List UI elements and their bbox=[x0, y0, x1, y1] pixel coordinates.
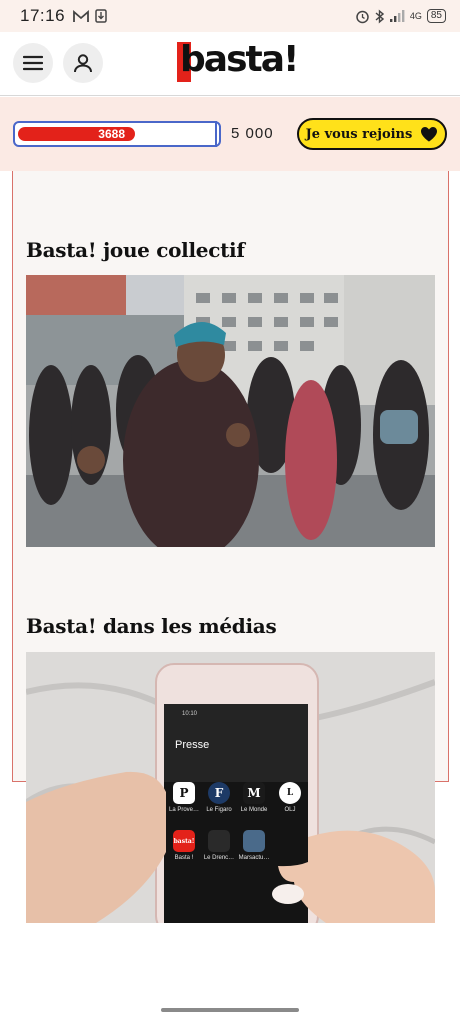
progress-current-value: 3688 bbox=[98, 127, 125, 141]
collectif-photo[interactable] bbox=[26, 275, 435, 547]
status-bar: 17:16 4G 85 bbox=[0, 0, 460, 32]
phone-folder-title: Presse bbox=[175, 739, 210, 751]
hamburger-menu-icon bbox=[23, 55, 43, 71]
donation-progress-bar: 3688 bbox=[13, 121, 221, 147]
join-button-label: Je vous rejoins bbox=[305, 126, 413, 142]
heart-icon bbox=[421, 127, 438, 142]
bluetooth-icon bbox=[375, 8, 384, 24]
app-label: Marsactu… bbox=[238, 855, 270, 861]
progress-end-marker bbox=[215, 121, 217, 147]
app-marsactu: Marsactu… bbox=[231, 830, 277, 861]
download-icon bbox=[95, 9, 107, 23]
le-drenche-icon bbox=[208, 830, 230, 852]
user-icon bbox=[74, 54, 92, 73]
battery-level: 85 bbox=[426, 9, 446, 23]
le-figaro-icon: F bbox=[208, 782, 230, 804]
le-monde-icon: M bbox=[243, 782, 265, 804]
progress-fill: 3688 bbox=[18, 127, 135, 141]
site-header: basta! bbox=[0, 32, 460, 96]
menu-button[interactable] bbox=[13, 43, 53, 83]
logo-text: basta! bbox=[180, 39, 299, 80]
account-button[interactable] bbox=[63, 43, 103, 83]
gmail-icon bbox=[73, 9, 89, 22]
olj-icon: L bbox=[279, 782, 301, 804]
progress-target-value: 5 000 bbox=[231, 125, 274, 142]
signal-icon bbox=[389, 9, 405, 22]
network-type: 4G bbox=[409, 10, 422, 21]
phone-clock: 10:10 bbox=[182, 711, 198, 717]
marsactu-icon bbox=[243, 830, 265, 852]
dancing-crowd-image bbox=[26, 275, 435, 547]
app-label: OLJ bbox=[284, 807, 296, 813]
section-title-medias: Basta! dans les médias bbox=[26, 614, 277, 638]
app-olj: L OLJ bbox=[267, 782, 313, 813]
basta-app-icon: basta! bbox=[173, 830, 195, 852]
join-button[interactable]: Je vous rejoins bbox=[297, 118, 447, 150]
gesture-nav-handle[interactable] bbox=[161, 1008, 299, 1012]
la-provence-icon: P bbox=[173, 782, 195, 804]
status-time: 17:16 bbox=[20, 6, 66, 25]
section-title-collectif: Basta! joue collectif bbox=[26, 238, 245, 262]
alarm-icon bbox=[356, 10, 369, 23]
basta-logo[interactable]: basta! bbox=[177, 39, 299, 82]
